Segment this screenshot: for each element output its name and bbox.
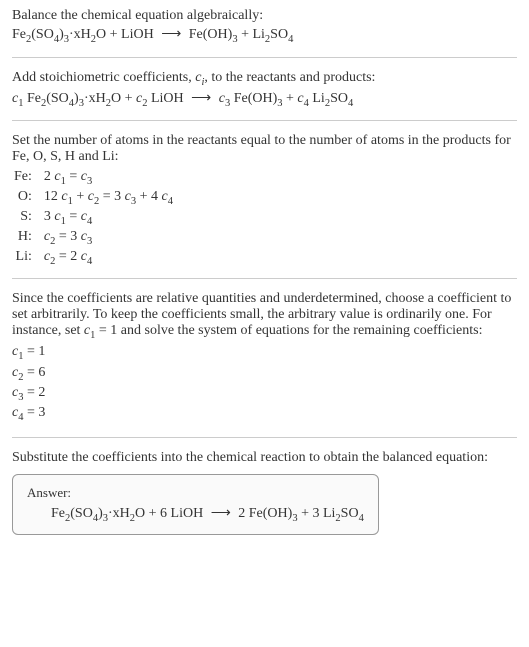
step3-text: Since the coefficients are relative quan…	[12, 291, 517, 341]
intro-equation: Fe2(SO4)3·xH2O + LiOH ⟶ Fe(OH)3 + Li2SO4	[12, 26, 517, 45]
atom-equation: c2 = 3 c3	[44, 229, 517, 247]
intro-section: Balance the chemical equation algebraica…	[12, 8, 517, 45]
atom-equation: 12 c1 + c2 = 3 c3 + 4 c4	[44, 189, 517, 207]
coefficient-list: c1 = 1 c2 = 6 c3 = 2 c4 = 3	[12, 343, 517, 425]
coef-value: c4 = 3	[12, 404, 517, 424]
atom-equation: 2 c1 = c3	[44, 169, 517, 187]
divider	[12, 120, 517, 121]
step1-section: Add stoichiometric coefficients, ci, to …	[12, 70, 517, 109]
step1-equation: c1 Fe2(SO4)3·xH2O + c2 LiOH ⟶ c3 Fe(OH)3…	[12, 90, 517, 109]
divider	[12, 437, 517, 438]
atom-balance-table: Fe: 2 c1 = c3 O: 12 c1 + c2 = 3 c3 + 4 c…	[14, 169, 517, 266]
atom-label: H:	[14, 229, 32, 247]
intro-text: Balance the chemical equation algebraica…	[12, 8, 517, 24]
coef-value: c3 = 2	[12, 384, 517, 404]
atom-equation: 3 c1 = c4	[44, 209, 517, 227]
answer-box: Answer: Fe2(SO4)3·xH2O + 6 LiOH ⟶ 2 Fe(O…	[12, 474, 379, 535]
atom-label: Li:	[14, 249, 32, 267]
atom-label: O:	[14, 189, 32, 207]
divider	[12, 57, 517, 58]
step2-section: Set the number of atoms in the reactants…	[12, 133, 517, 266]
step4-text: Substitute the coefficients into the che…	[12, 450, 517, 466]
step3-section: Since the coefficients are relative quan…	[12, 291, 517, 425]
atom-label: Fe:	[14, 169, 32, 187]
atom-equation: c2 = 2 c4	[44, 249, 517, 267]
coef-value: c1 = 1	[12, 343, 517, 363]
answer-equation: Fe2(SO4)3·xH2O + 6 LiOH ⟶ 2 Fe(OH)3 + 3 …	[51, 505, 364, 524]
answer-label: Answer:	[27, 485, 364, 501]
step1-text: Add stoichiometric coefficients, ci, to …	[12, 70, 517, 88]
step4-section: Substitute the coefficients into the che…	[12, 450, 517, 535]
divider	[12, 278, 517, 279]
atom-label: S:	[14, 209, 32, 227]
step2-text: Set the number of atoms in the reactants…	[12, 133, 517, 165]
coef-value: c2 = 6	[12, 364, 517, 384]
